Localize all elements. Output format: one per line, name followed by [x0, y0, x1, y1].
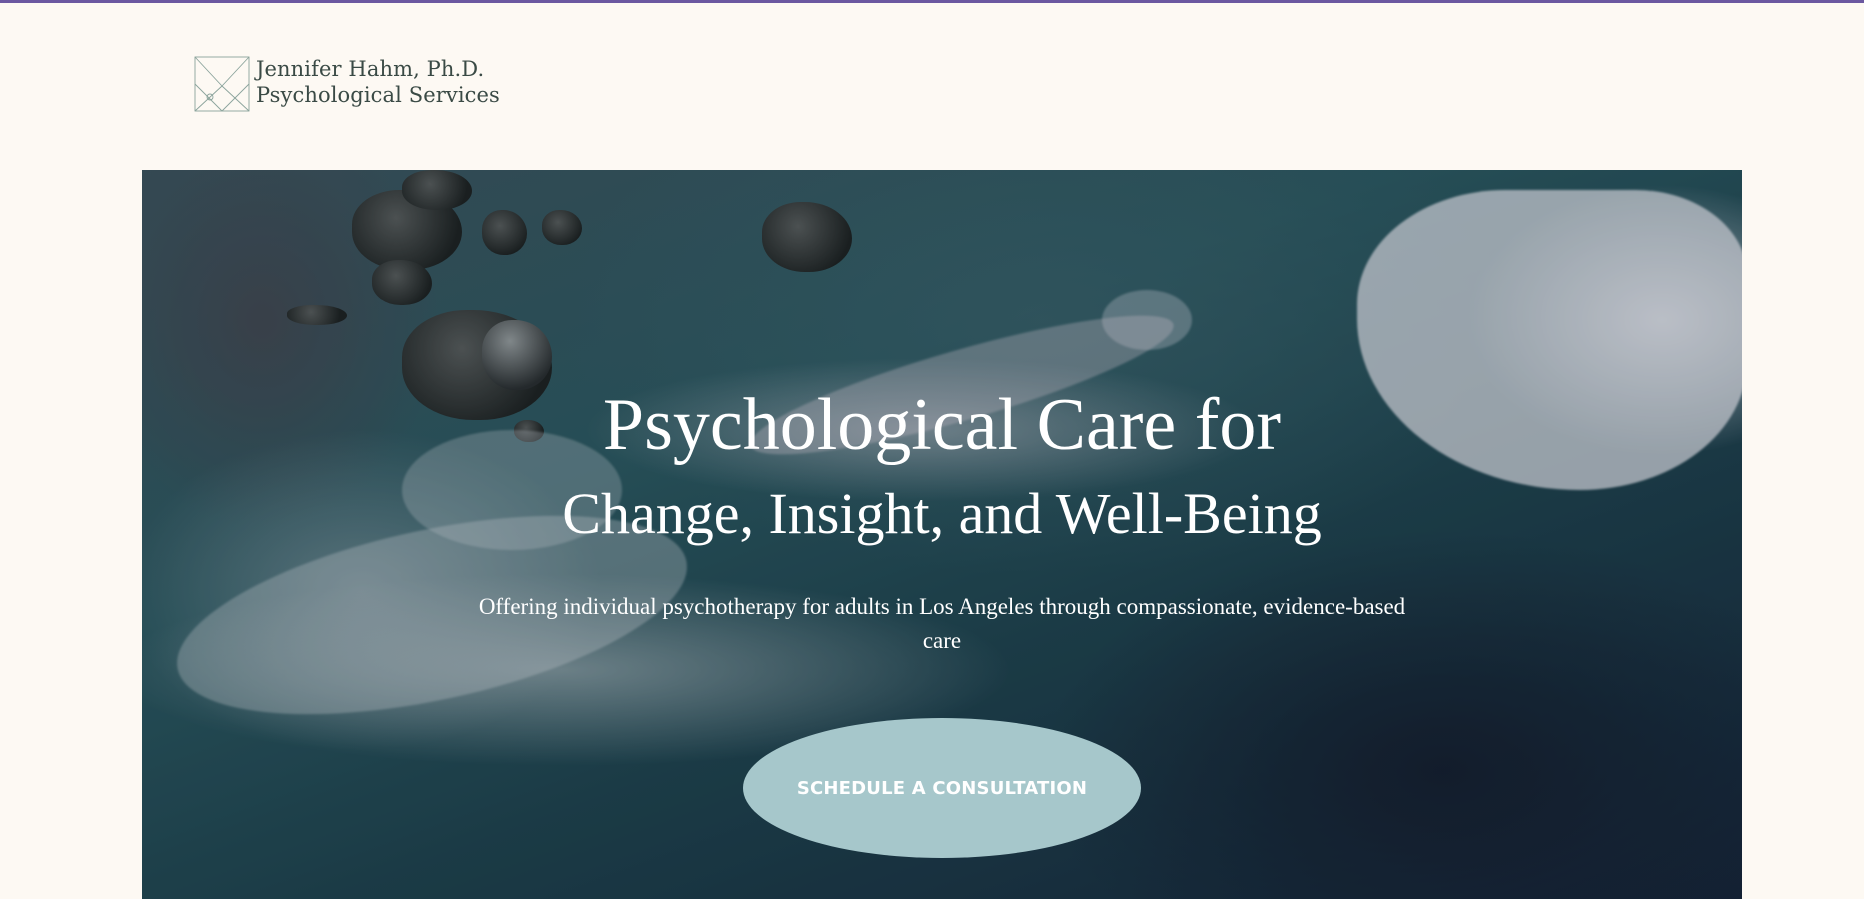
geometric-envelope-logo-icon: [194, 56, 250, 112]
hero-title-line-2: Change, Insight, and Well-Being: [562, 481, 1322, 546]
schedule-consultation-button[interactable]: SCHEDULE A CONSULTATION: [743, 718, 1141, 858]
site-logo-link[interactable]: Jennifer Hahm, Ph.D. Psychological Servi…: [194, 56, 500, 112]
hero-section: Psychological Care for Change, Insight, …: [142, 170, 1742, 899]
brand-name-line-2: Psychological Services: [256, 83, 500, 107]
hero-title-line-1: Psychological Care for: [602, 384, 1282, 466]
hero-subtitle: Offering individual psychotherapy for ad…: [478, 594, 1406, 653]
brand-name-line-1: Jennifer Hahm, Ph.D.: [256, 57, 485, 81]
brand-name: Jennifer Hahm, Ph.D. Psychological Servi…: [256, 56, 500, 108]
top-accent-bar: [0, 0, 1864, 3]
